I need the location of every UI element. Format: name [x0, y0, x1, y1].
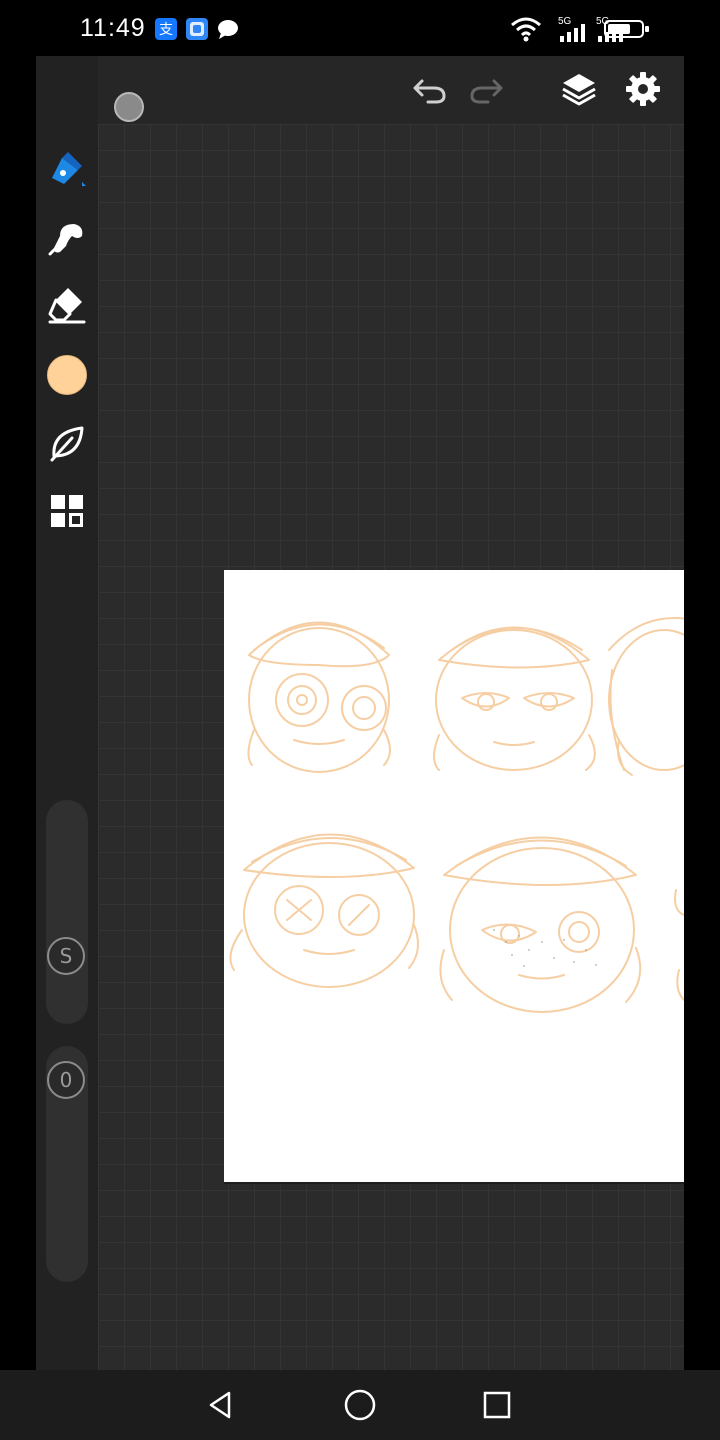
pen-icon: [52, 152, 86, 186]
grid-icon: [51, 495, 83, 527]
eraser-tool[interactable]: [46, 284, 88, 326]
drawing-paper[interactable]: [224, 570, 684, 1182]
wifi-icon: [510, 16, 542, 47]
sketch-artwork: [229, 617, 684, 1013]
recents-icon: [483, 1391, 511, 1419]
settings-button[interactable]: [622, 68, 664, 110]
navigation-bar: [0, 1370, 720, 1440]
top-toolbar: [36, 56, 684, 124]
battery-icon: [604, 20, 649, 38]
color-picker[interactable]: [46, 354, 88, 396]
brush-opacity-knob[interactable]: 0: [47, 1061, 85, 1099]
smudge-tool[interactable]: [46, 216, 88, 258]
alipay-icon: 支: [155, 18, 177, 40]
pen-tool[interactable]: [46, 148, 88, 190]
eraser-icon: [48, 288, 86, 324]
layers-icon: [562, 74, 596, 106]
undo-icon: [413, 79, 446, 104]
gear-icon: [626, 72, 660, 106]
signal-label: 5G: [558, 16, 572, 27]
smudge-icon: [48, 224, 83, 256]
layers-button[interactable]: [558, 68, 600, 110]
paper-edge: [224, 1182, 684, 1184]
left-toolbar: S 0: [36, 56, 98, 1370]
brush-size-slider[interactable]: [46, 800, 88, 1024]
color-swatch: [47, 355, 87, 395]
redo-button[interactable]: [466, 70, 506, 110]
signal-icon: 5G: [558, 14, 594, 47]
home-button[interactable]: [339, 1384, 381, 1426]
back-button[interactable]: [200, 1384, 242, 1426]
browser-icon: [186, 18, 208, 40]
status-time: 11:49: [80, 14, 146, 42]
leaf-icon: [50, 426, 84, 462]
shape-tool[interactable]: [46, 422, 88, 464]
status-bar: 11:49 支 5G 5G: [0, 0, 720, 56]
more-tools[interactable]: [46, 490, 88, 532]
brush-size-knob[interactable]: S: [47, 937, 85, 975]
brush-preview[interactable]: [114, 92, 144, 122]
chat-icon: [216, 18, 238, 40]
redo-icon: [470, 79, 503, 104]
recents-button[interactable]: [476, 1384, 518, 1426]
back-icon: [209, 1391, 231, 1419]
home-icon: [344, 1389, 376, 1421]
undo-button[interactable]: [410, 70, 450, 110]
svg-text:支: 支: [159, 22, 173, 38]
drawing-app: S 0: [36, 56, 684, 1370]
